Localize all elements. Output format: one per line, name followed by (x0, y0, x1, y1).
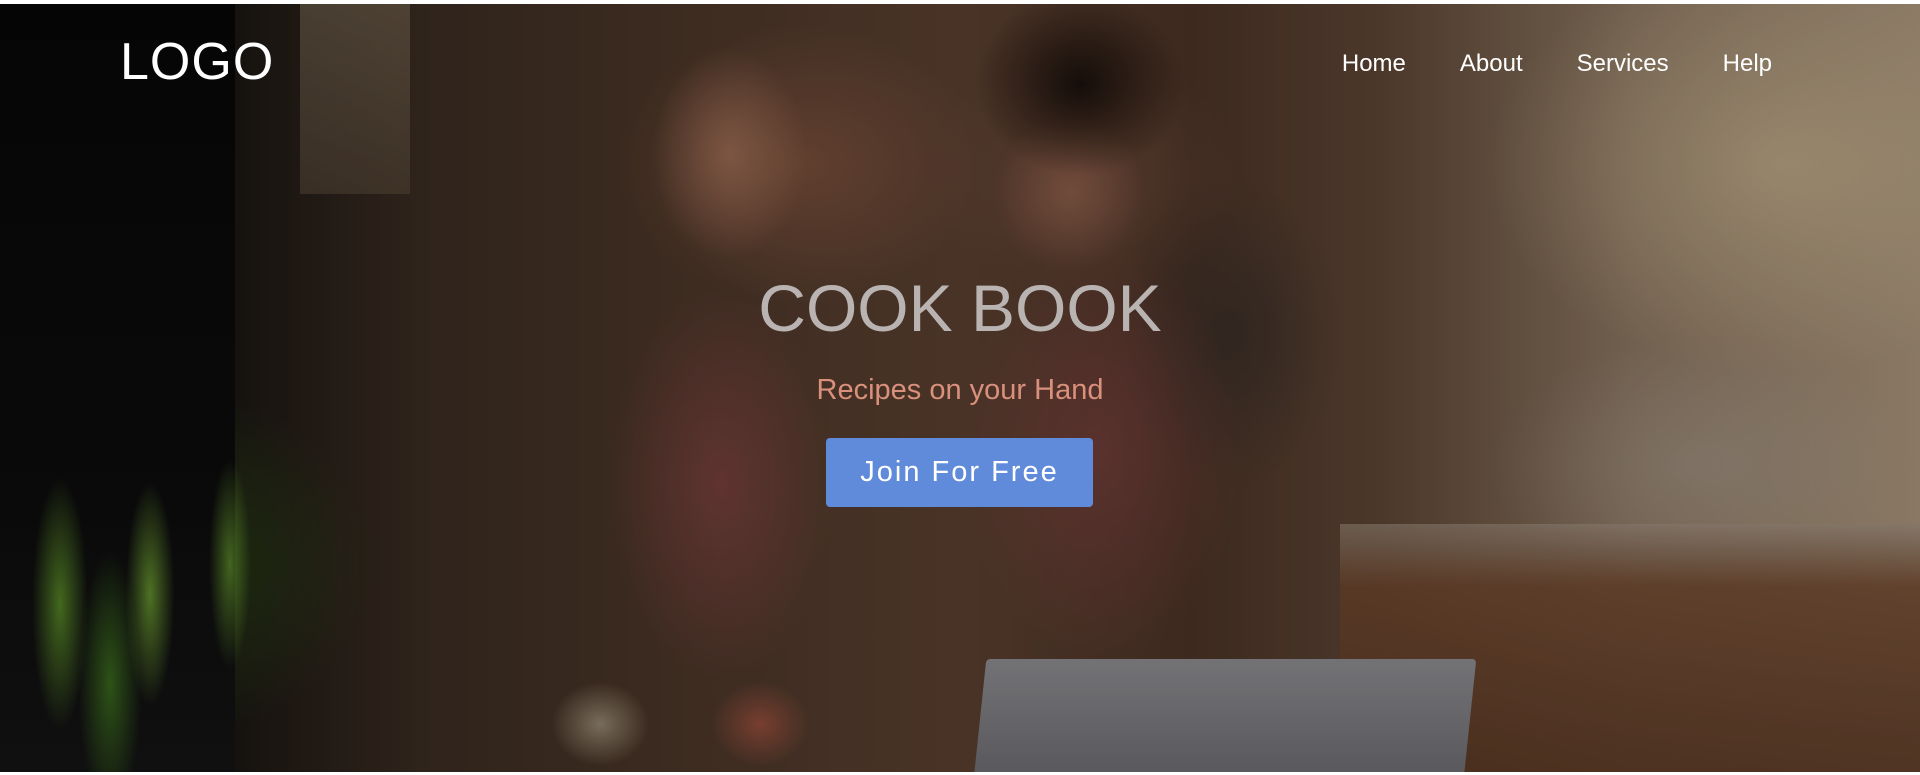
hero-title: COOK BOOK (758, 271, 1162, 345)
nav-link-home[interactable]: Home (1342, 48, 1406, 80)
nav-link-about[interactable]: About (1460, 48, 1523, 80)
join-for-free-button[interactable]: Join For Free (826, 438, 1093, 507)
site-logo[interactable]: LOGO (120, 30, 274, 94)
nav-link-services[interactable]: Services (1577, 48, 1669, 80)
hero-subtitle: Recipes on your Hand (816, 374, 1104, 406)
nav-link-help[interactable]: Help (1723, 48, 1772, 80)
main-nav: Home About Services Help (1342, 48, 1772, 80)
